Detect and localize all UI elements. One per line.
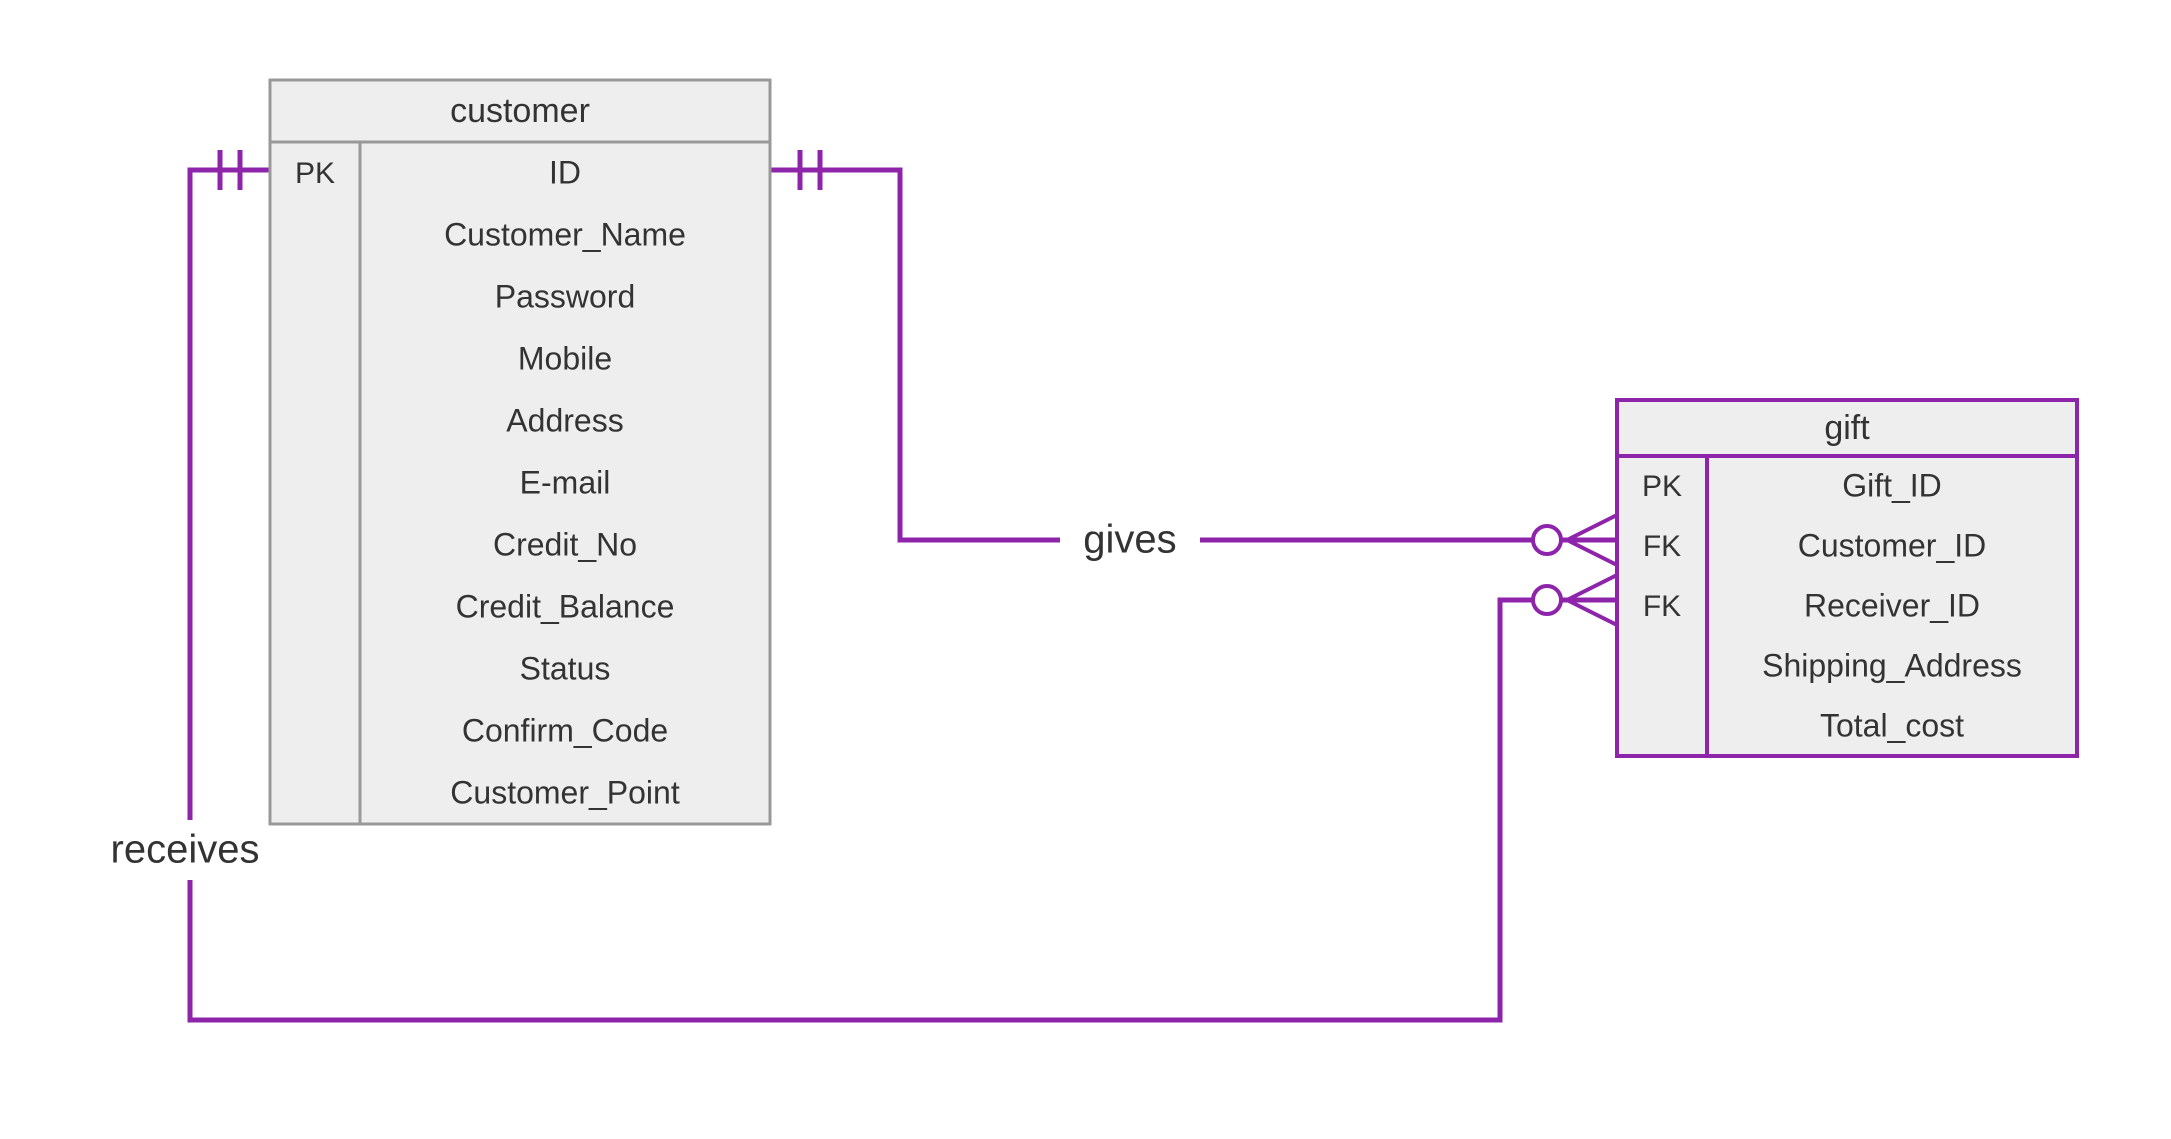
relationship-gives-label: gives (1083, 518, 1176, 562)
entity-customer-attr-5: E-mail (520, 464, 611, 500)
entity-customer-attr-9: Confirm_Code (462, 712, 668, 748)
entity-gift-attr-1: Customer_ID (1798, 527, 1987, 563)
entity-customer-attr-3: Mobile (518, 340, 612, 376)
entity-customer-attr-4: Address (506, 402, 623, 438)
entity-gift-attr-3: Shipping_Address (1762, 647, 2022, 683)
entity-gift-title: gift (1824, 409, 1870, 447)
entity-gift-attr-2: Receiver_ID (1804, 587, 1980, 623)
entity-gift-key-0: PK (1642, 470, 1682, 503)
entity-customer-attr-8: Status (520, 650, 611, 686)
entity-gift-attr-0: Gift_ID (1842, 467, 1942, 503)
entity-customer-attr-0: ID (549, 154, 581, 190)
entity-customer-key-0: PK (295, 157, 335, 190)
entity-customer: customer PK ID Customer_Name Password Mo… (270, 80, 770, 824)
relationship-receives-label: receives (111, 828, 260, 872)
entity-gift-key-2: FK (1643, 590, 1681, 623)
entity-gift-key-1: FK (1643, 530, 1681, 563)
entity-customer-title: customer (450, 92, 590, 130)
entity-customer-attr-6: Credit_No (493, 526, 637, 562)
er-diagram: gives receives customer PK ID Customer_ (0, 0, 2171, 1139)
entity-customer-attr-1: Customer_Name (444, 216, 686, 252)
relationship-gives: gives (770, 150, 1617, 568)
entity-gift-attr-4: Total_cost (1820, 707, 1964, 743)
entity-customer-attr-10: Customer_Point (450, 774, 680, 810)
entity-customer-attr-7: Credit_Balance (456, 588, 675, 624)
entity-customer-attr-2: Password (495, 278, 636, 314)
entity-gift: gift PK Gift_ID FK Customer_ID FK Receiv… (1617, 400, 2077, 756)
